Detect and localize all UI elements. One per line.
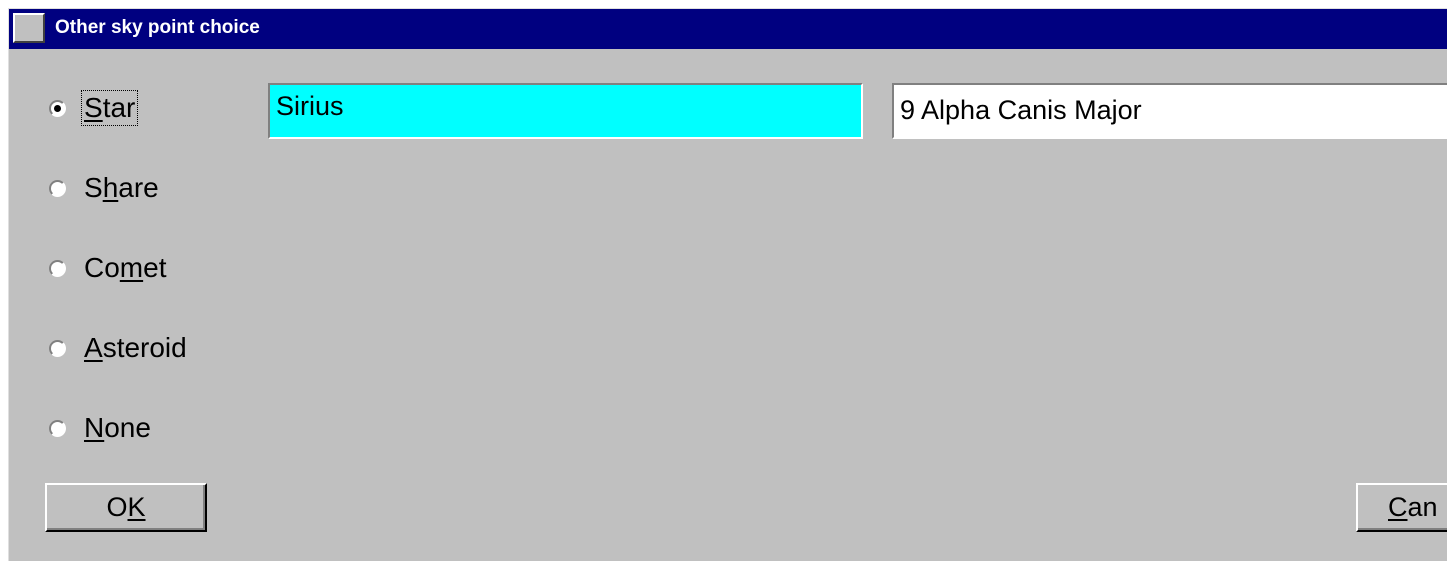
radio-selected-dot xyxy=(54,104,61,112)
radio-option-comet[interactable]: Comet xyxy=(49,246,168,290)
system-menu-icon[interactable] xyxy=(13,13,45,43)
radio-button-asteroid[interactable] xyxy=(49,339,66,357)
radio-option-share[interactable]: Share xyxy=(49,166,161,210)
title-bar[interactable]: Other sky point choice xyxy=(9,9,1447,49)
radio-button-none[interactable] xyxy=(49,419,66,437)
radio-option-asteroid[interactable]: Asteroid xyxy=(49,326,189,370)
radio-option-star[interactable]: Star xyxy=(49,86,139,130)
radio-label-asteroid[interactable]: Asteroid xyxy=(82,331,189,365)
object-name-field[interactable]: Sirius xyxy=(268,83,863,139)
radio-button-comet[interactable] xyxy=(49,259,66,277)
dialog-title: Other sky point choice xyxy=(55,17,260,38)
radio-option-none[interactable]: None xyxy=(49,406,153,450)
radio-button-star[interactable] xyxy=(49,99,66,117)
dialog-window: Other sky point choice Star Share Comet … xyxy=(8,8,1447,561)
object-description-field[interactable]: 9 Alpha Canis Major xyxy=(892,83,1447,139)
radio-label-none[interactable]: None xyxy=(82,411,153,445)
ok-button[interactable]: OK xyxy=(45,483,207,532)
radio-label-share[interactable]: Share xyxy=(82,171,161,205)
radio-button-share[interactable] xyxy=(49,179,66,197)
radio-label-comet[interactable]: Comet xyxy=(82,251,168,285)
cancel-button[interactable]: Can xyxy=(1356,483,1447,532)
radio-label-star[interactable]: Star xyxy=(80,90,139,126)
